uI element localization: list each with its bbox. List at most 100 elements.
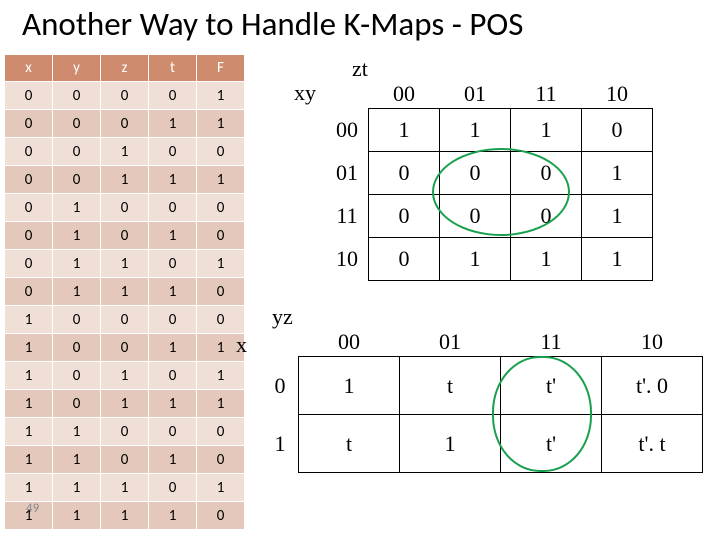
km2-row-1: 1 <box>262 415 299 473</box>
truth-table-cell: 0 <box>101 82 149 110</box>
truth-table-cell: 0 <box>149 306 197 334</box>
km1-c: 0 <box>511 195 582 238</box>
truth-table-cell: 1 <box>53 502 101 530</box>
km2-c: t' <box>501 357 602 415</box>
km1-c: 1 <box>440 109 511 152</box>
truth-table-row: 01000 <box>5 194 245 222</box>
truth-table-cell: 1 <box>101 390 149 418</box>
truth-table-cell: 1 <box>53 278 101 306</box>
th-z: z <box>101 55 149 82</box>
truth-table-cell: 1 <box>197 82 245 110</box>
truth-table-row: 00001 <box>5 82 245 110</box>
truth-table-cell: 1 <box>53 194 101 222</box>
truth-table-cell: 1 <box>149 110 197 138</box>
km2-c: t' <box>501 415 602 473</box>
truth-table-cell: 0 <box>5 250 53 278</box>
truth-table-cell: 0 <box>5 194 53 222</box>
km2-c: 1 <box>299 357 400 415</box>
km1-row-01: 01 <box>326 152 369 195</box>
truth-table-row: 00111 <box>5 166 245 194</box>
truth-table-cell: 1 <box>197 362 245 390</box>
km1-col-00: 00 <box>369 80 440 109</box>
truth-table-cell: 0 <box>5 166 53 194</box>
truth-table-cell: 0 <box>149 418 197 446</box>
kmap2-left-axis: x <box>236 332 247 358</box>
truth-table-cell: 0 <box>53 138 101 166</box>
truth-table-cell: 0 <box>53 166 101 194</box>
truth-table-cell: 0 <box>149 82 197 110</box>
truth-table-cell: 1 <box>53 418 101 446</box>
km1-c: 1 <box>582 195 653 238</box>
truth-table-cell: 1 <box>53 222 101 250</box>
truth-table-cell: 1 <box>149 166 197 194</box>
truth-table-cell: 0 <box>53 306 101 334</box>
km1-row-11: 11 <box>326 195 369 238</box>
truth-table-cell: 1 <box>5 446 53 474</box>
km1-c: 0 <box>440 152 511 195</box>
truth-table-row: 10011 <box>5 334 245 362</box>
truth-table-cell: 0 <box>5 82 53 110</box>
km1-col-10: 10 <box>582 80 653 109</box>
truth-table-cell: 0 <box>53 110 101 138</box>
km1-c: 1 <box>511 238 582 281</box>
km1-c: 1 <box>582 152 653 195</box>
slide: Another Way to Handle K-Maps - POS x y z… <box>0 0 720 540</box>
truth-table-header: x y z t F <box>5 55 245 82</box>
th-t: t <box>149 55 197 82</box>
truth-table-row: 10101 <box>5 362 245 390</box>
truth-table-row: 11110 <box>5 502 245 530</box>
kmap2-top-axis: yz <box>272 304 293 330</box>
km2-c: t'. t <box>602 415 703 473</box>
truth-table-cell: 0 <box>101 446 149 474</box>
km2-col-01: 01 <box>400 328 501 357</box>
truth-table-cell: 1 <box>197 166 245 194</box>
km1-c: 1 <box>440 238 511 281</box>
kmap2-grid: 00 01 11 10 0 1 t t' t'. 0 1 t 1 t' t'. … <box>262 328 703 473</box>
truth-table-cell: 0 <box>197 306 245 334</box>
km1-c: 0 <box>511 152 582 195</box>
truth-table-cell: 0 <box>197 446 245 474</box>
truth-table-cell: 0 <box>149 138 197 166</box>
truth-table-cell: 0 <box>5 222 53 250</box>
km1-c: 0 <box>369 238 440 281</box>
truth-table-cell: 1 <box>101 250 149 278</box>
truth-table-cell: 0 <box>149 250 197 278</box>
kmap1-top-axis: zt <box>352 56 368 82</box>
truth-table-cell: 1 <box>5 362 53 390</box>
km1-c: 1 <box>582 238 653 281</box>
truth-table-cell: 0 <box>101 306 149 334</box>
truth-table-cell: 1 <box>197 474 245 502</box>
truth-table-cell: 1 <box>101 166 149 194</box>
km1-c: 0 <box>440 195 511 238</box>
truth-table-cell: 0 <box>53 334 101 362</box>
truth-table-cell: 1 <box>53 446 101 474</box>
km1-c: 1 <box>511 109 582 152</box>
truth-table-cell: 1 <box>149 502 197 530</box>
truth-table-cell: 0 <box>197 222 245 250</box>
truth-table-row: 01010 <box>5 222 245 250</box>
km2-col-00: 00 <box>299 328 400 357</box>
truth-table-cell: 0 <box>197 502 245 530</box>
truth-table-cell: 1 <box>101 502 149 530</box>
truth-table-cell: 1 <box>5 390 53 418</box>
truth-table-row: 11101 <box>5 474 245 502</box>
truth-table-cell: 1 <box>149 278 197 306</box>
km2-c: t <box>400 357 501 415</box>
truth-table-row: 00100 <box>5 138 245 166</box>
km2-row-0: 0 <box>262 357 299 415</box>
km2-c: t'. 0 <box>602 357 703 415</box>
truth-table-cell: 0 <box>197 138 245 166</box>
truth-table-cell: 0 <box>101 418 149 446</box>
truth-table-cell: 0 <box>101 334 149 362</box>
th-F: F <box>197 55 245 82</box>
truth-table-cell: 1 <box>101 362 149 390</box>
slide-title: Another Way to Handle K-Maps - POS <box>22 4 710 44</box>
km1-c: 0 <box>369 195 440 238</box>
truth-table-row: 10000 <box>5 306 245 334</box>
truth-table-cell: 0 <box>53 390 101 418</box>
truth-table: x y z t F 000010001100100001110100001010… <box>4 54 245 530</box>
truth-table-cell: 1 <box>101 474 149 502</box>
km1-c: 0 <box>369 152 440 195</box>
km2-c: t <box>299 415 400 473</box>
truth-table-cell: 1 <box>53 474 101 502</box>
